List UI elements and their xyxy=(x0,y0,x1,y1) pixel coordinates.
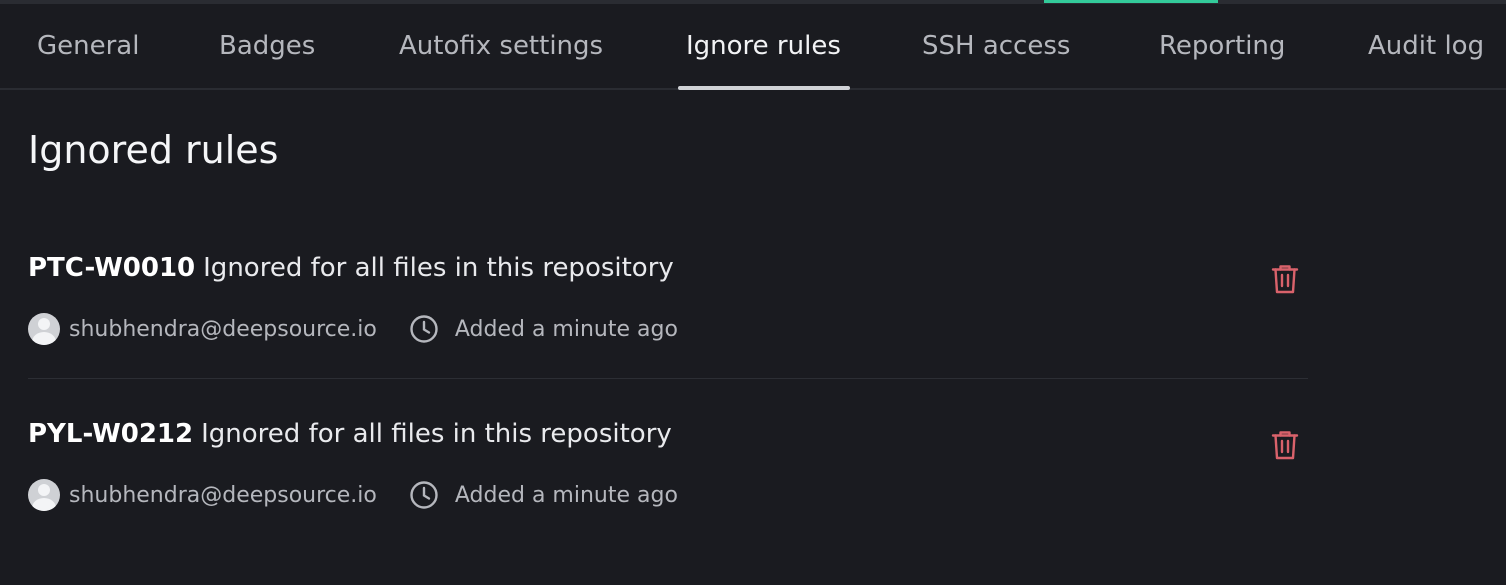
list-item: PTC-W0010 Ignored for all files in this r… xyxy=(28,253,1308,419)
rule-title: PYL-W0212 Ignored for all files in this r… xyxy=(28,419,672,449)
active-tab-indicator xyxy=(678,86,850,90)
tab-badges[interactable]: Badges xyxy=(219,4,315,88)
list-item: PYL-W0212 Ignored for all files in this r… xyxy=(28,419,1308,585)
avatar xyxy=(28,479,60,511)
rule-meta: shubhendra@deepsource.io Added a minute … xyxy=(28,479,678,511)
delete-rule-button[interactable] xyxy=(1268,261,1302,297)
rule-added-time: Added a minute ago xyxy=(454,316,678,342)
tab-ssh-access[interactable]: SSH access xyxy=(922,4,1070,88)
trash-icon xyxy=(1271,265,1299,294)
tab-autofix-settings[interactable]: Autofix settings xyxy=(399,4,603,88)
divider xyxy=(28,378,1308,379)
rule-code[interactable]: PYL-W0212 xyxy=(28,419,193,449)
tab-audit-log[interactable]: Audit log xyxy=(1368,4,1484,88)
avatar xyxy=(28,313,60,345)
tab-general[interactable]: General xyxy=(37,4,139,88)
clock-icon xyxy=(410,481,438,509)
tab-ignore-rules[interactable]: Ignore rules xyxy=(686,4,841,88)
rule-scope: Ignored for all files in this repository xyxy=(203,253,674,283)
top-accent-bar xyxy=(1044,0,1218,3)
clock-icon xyxy=(410,315,438,343)
tab-reporting[interactable]: Reporting xyxy=(1159,4,1285,88)
page-title: Ignored rules xyxy=(28,128,279,172)
settings-tab-bar: General Badges Autofix settings Ignore r… xyxy=(0,4,1506,90)
rule-title: PTC-W0010 Ignored for all files in this r… xyxy=(28,253,674,283)
delete-rule-button[interactable] xyxy=(1268,427,1302,463)
rule-scope: Ignored for all files in this repository xyxy=(201,419,672,449)
rule-added-time: Added a minute ago xyxy=(454,482,678,508)
rule-author: shubhendra@deepsource.io xyxy=(69,316,377,342)
rule-author: shubhendra@deepsource.io xyxy=(69,482,377,508)
rule-code[interactable]: PTC-W0010 xyxy=(28,253,195,283)
rule-meta: shubhendra@deepsource.io Added a minute … xyxy=(28,313,678,345)
trash-icon xyxy=(1271,431,1299,460)
